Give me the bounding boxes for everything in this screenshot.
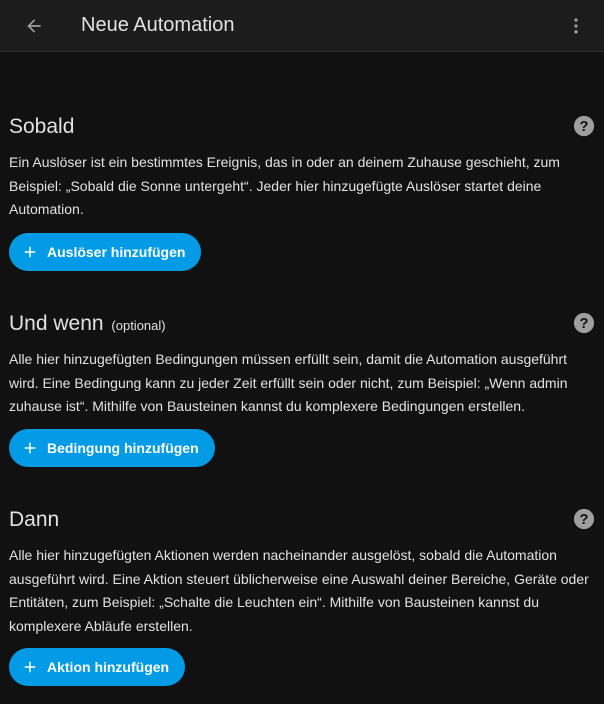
help-icon[interactable]: ?: [573, 508, 595, 530]
add-action-button[interactable]: Aktion hinzufügen: [9, 648, 186, 686]
page-title: Neue Automation: [81, 14, 235, 36]
section-triggers: Sobald ? Ein Auslöser ist ein bestimmtes…: [9, 113, 595, 222]
back-button[interactable]: [14, 6, 54, 46]
section-title: Dann: [9, 508, 60, 531]
add-trigger-button[interactable]: Auslöser hinzufügen: [9, 233, 202, 271]
plus-icon: [24, 661, 36, 673]
section-description: Ein Auslöser ist ein bestimmtes Ereignis…: [9, 154, 560, 217]
arrow-left-icon: [27, 19, 41, 33]
button-label: Auslöser hinzufügen: [47, 244, 186, 260]
section-title: Sobald: [9, 115, 75, 138]
plus-icon: [24, 246, 36, 258]
plus-icon: [24, 442, 36, 454]
help-icon[interactable]: ?: [573, 312, 595, 334]
section-description: Alle hier hinzugefügten Bedingungen müss…: [9, 351, 568, 414]
add-condition-button[interactable]: Bedingung hinzufügen: [9, 429, 215, 467]
button-label: Bedingung hinzufügen: [47, 440, 199, 456]
svg-text:?: ?: [580, 316, 589, 332]
section-title: Und wenn (optional): [9, 312, 166, 335]
svg-text:?: ?: [580, 512, 589, 528]
section-actions: Dann ? Alle hier hinzugefügten Aktionen …: [9, 506, 595, 638]
overflow-menu-button[interactable]: [556, 6, 596, 46]
svg-text:?: ?: [580, 119, 589, 135]
button-label: Aktion hinzufügen: [47, 659, 170, 675]
optional-label: (optional): [111, 318, 166, 333]
help-icon[interactable]: ?: [573, 115, 595, 137]
section-conditions: Und wenn (optional) ? Alle hier hinzugef…: [9, 310, 595, 419]
section-description: Alle hier hinzugefügten Aktionen werden …: [9, 547, 589, 634]
dots-vertical-icon: [574, 18, 578, 34]
top-app-bar: Neue Automation: [0, 0, 604, 52]
